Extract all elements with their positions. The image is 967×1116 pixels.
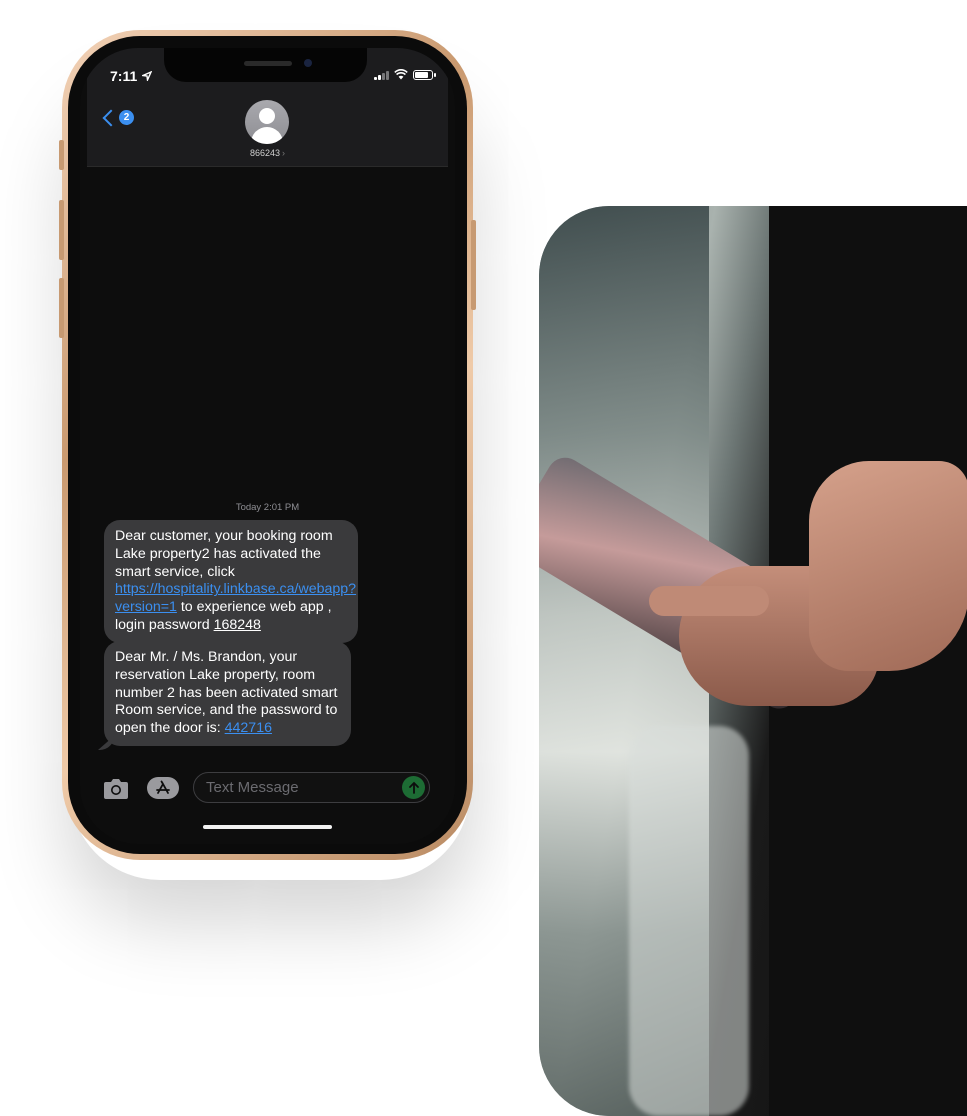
hands-holding-phone-photo [539, 206, 967, 1116]
message-text: Dear customer, your booking room Lake pr… [115, 528, 333, 580]
send-button[interactable] [402, 776, 425, 799]
status-bar-time: 7:11 [110, 68, 153, 84]
phone-screen: 2 866243 › 7:11 Today 2:01 PM Dear custom… [80, 48, 455, 844]
contact-name[interactable]: 866243 › [87, 148, 448, 158]
mute-switch [59, 140, 64, 170]
message-bubble[interactable]: Dear customer, your booking room Lake pr… [104, 520, 358, 643]
location-arrow-icon [140, 70, 153, 83]
door-code-link[interactable]: 442716 [225, 720, 272, 736]
app-store-icon[interactable] [146, 776, 180, 800]
photo-finger [649, 586, 769, 616]
front-camera [304, 59, 312, 67]
camera-icon[interactable] [102, 778, 130, 800]
home-indicator[interactable] [203, 825, 332, 829]
back-button[interactable]: 2 [101, 109, 134, 126]
battery-icon [413, 70, 436, 80]
power-button [471, 220, 476, 310]
message-timestamp: Today 2:01 PM [235, 502, 300, 513]
volume-up-button [59, 200, 64, 260]
message-bubble[interactable]: Dear Mr. / Ms. Brandon, your reservation… [104, 641, 351, 746]
chevron-right-icon: › [282, 148, 286, 158]
notch [164, 48, 367, 82]
send-arrow-icon [408, 781, 419, 794]
contact-number: 866243 [249, 148, 281, 158]
wifi-icon [394, 69, 408, 80]
contact-avatar[interactable] [245, 100, 289, 144]
speaker [244, 61, 292, 66]
photo-right-hand [809, 461, 967, 671]
volume-down-button [59, 278, 64, 338]
signal-icon [374, 70, 389, 80]
status-icons [374, 69, 436, 80]
message-input-bar: Text Message [80, 772, 455, 808]
photo-background-highlight [629, 726, 749, 1116]
text-message-input[interactable]: Text Message [193, 772, 430, 803]
person-icon-body [251, 127, 283, 144]
person-icon [259, 108, 275, 124]
chevron-left-icon [102, 109, 120, 126]
time-text: 7:11 [110, 68, 138, 84]
password-code[interactable]: 168248 [214, 617, 261, 633]
unread-badge: 2 [119, 110, 134, 125]
